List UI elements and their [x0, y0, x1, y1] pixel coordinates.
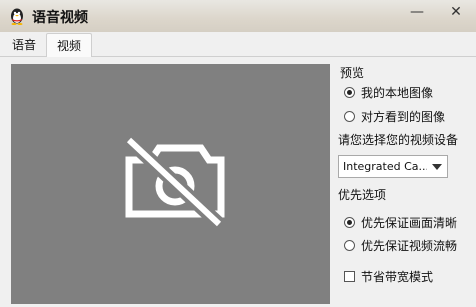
radio-label: 对方看到的图像 — [361, 110, 446, 124]
close-icon: ✕ — [450, 4, 462, 20]
camera-off-icon — [124, 134, 225, 230]
device-select-label: 请您选择您的视频设备 — [338, 133, 459, 147]
minimize-button[interactable]: — — [402, 0, 432, 24]
tab-voice[interactable]: 语音 — [6, 34, 42, 55]
video-preview-panel — [11, 64, 330, 304]
radio-my-local-image[interactable]: 我的本地图像 — [344, 84, 433, 101]
radio-button-checked[interactable] — [344, 87, 355, 98]
video-voice-window: 语音视频 — ✕ 语音 视频 预览 我的本地图像 对方看到的图像 请您选择您的视… — [0, 0, 476, 307]
radio-button[interactable] — [344, 111, 355, 122]
checkbox[interactable] — [344, 271, 355, 282]
dropdown-arrow-icon[interactable] — [427, 156, 447, 177]
radio-remote-view-image[interactable]: 对方看到的图像 — [344, 108, 445, 125]
radio-button[interactable] — [344, 240, 355, 251]
priority-label: 优先选项 — [338, 188, 387, 202]
title-bar: 语音视频 — ✕ — [0, 0, 476, 33]
radio-button-checked[interactable] — [344, 217, 355, 228]
radio-priority-smoothness[interactable]: 优先保证视频流畅 — [344, 237, 457, 254]
checkbox-label: 节省带宽模式 — [361, 270, 434, 284]
qq-penguin-icon — [11, 8, 23, 25]
minimize-icon: — — [410, 4, 424, 20]
radio-label: 优先保证画面清晰 — [361, 216, 458, 230]
close-button[interactable]: ✕ — [436, 0, 476, 24]
tab-video[interactable]: 视频 — [46, 33, 92, 57]
bandwidth-saving-checkbox[interactable]: 节省带宽模式 — [344, 268, 433, 285]
window-title: 语音视频 — [32, 10, 88, 26]
radio-label: 我的本地图像 — [361, 86, 434, 100]
select-value: Integrated Ca... — [343, 160, 427, 173]
preview-label: 预览 — [340, 66, 365, 80]
radio-priority-clarity[interactable]: 优先保证画面清晰 — [344, 214, 457, 231]
tab-bar: 语音 视频 — [0, 32, 476, 57]
video-device-select[interactable]: Integrated Ca... — [338, 155, 448, 178]
radio-label: 优先保证视频流畅 — [361, 239, 458, 253]
